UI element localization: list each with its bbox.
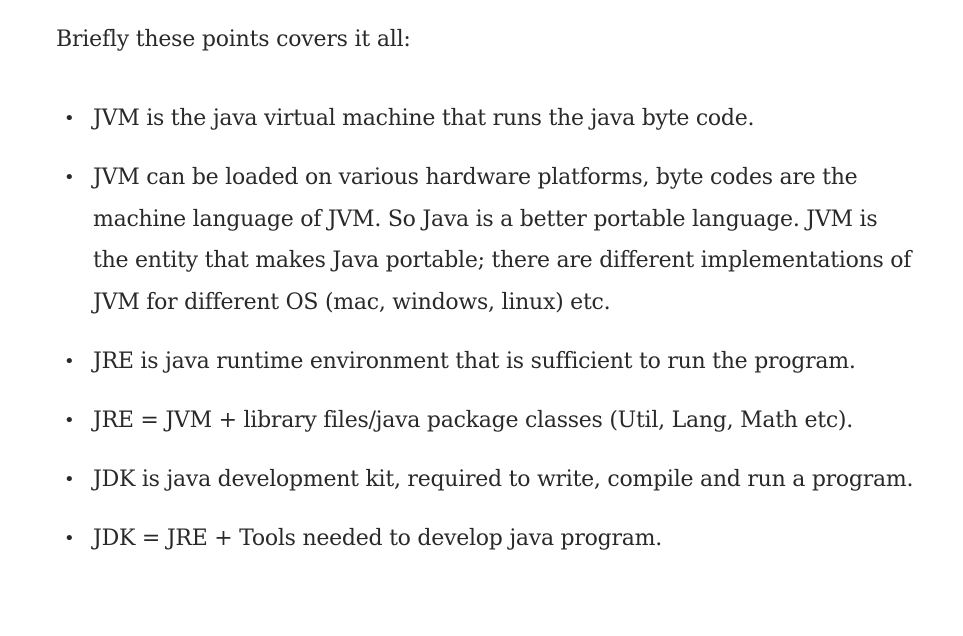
list-item-text: JDK is java development kit, required to… (93, 466, 914, 492)
list-item-text: JRE is java runtime environment that is … (93, 348, 856, 374)
list-item-text: JDK = JRE + Tools needed to develop java… (93, 525, 662, 551)
bullet-icon: • (64, 409, 75, 431)
bullet-icon: • (64, 108, 75, 129)
list-item-text: JVM is the java virtual machine that run… (93, 106, 755, 131)
bullet-icon: • (64, 350, 75, 372)
list-item-text: JRE = JVM + library files/java package c… (93, 407, 853, 433)
list-item: • JDK = JRE + Tools needed to develop ja… (56, 518, 915, 560)
article-body: Briefly these points covers it all: • JV… (56, 22, 916, 559)
list-item: • JVM is the java virtual machine that r… (56, 98, 915, 140)
bullet-list: • JVM is the java virtual machine that r… (56, 98, 916, 559)
list-item: • JVM can be loaded on various hardware … (56, 157, 915, 323)
bullet-icon: • (64, 527, 75, 549)
list-item: • JRE = JVM + library files/java package… (56, 400, 915, 442)
list-item-text: JVM can be loaded on various hardware pl… (93, 165, 912, 315)
list-item: • JDK is java development kit, required … (56, 459, 915, 501)
intro-paragraph: Briefly these points covers it all: (56, 27, 411, 52)
list-item: • JRE is java runtime environment that i… (56, 341, 915, 383)
bullet-icon: • (64, 167, 75, 188)
bullet-icon: • (64, 468, 75, 490)
